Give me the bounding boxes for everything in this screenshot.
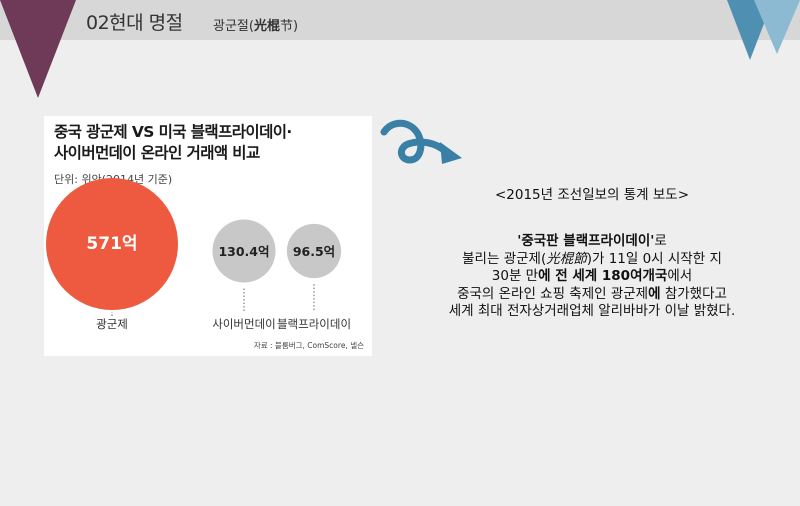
report-line4-post: 참가했다고: [660, 285, 727, 302]
section-subtitle: 광군절(光棍节): [213, 15, 298, 34]
bubble-category-label-1: 사이버먼데이: [212, 317, 275, 331]
bubble-value-label-1: 130.4억: [218, 244, 269, 259]
report-line-4: 중국의 온라인 쇼핑 축제인 광군제에 참가했다고: [392, 286, 792, 304]
report-body: '중국판 블랙프라이데이'로 불리는 광군제(光棍節)가 11일 0시 시작한 …: [392, 233, 792, 321]
bubble-category-label-0: 광군제: [96, 317, 128, 331]
bubble-category-label-2: 블랙프라이데이: [277, 317, 351, 331]
subtitle-hanja-tail: 节: [279, 19, 293, 34]
report-line3-post: 에서: [667, 268, 693, 284]
subtitle-korean: 광군절: [213, 19, 249, 34]
report-line2-hanja: 光棍節: [546, 250, 587, 267]
blue-triangle-decoration-light: [754, 0, 800, 54]
report-line4-pre: 중국의 온라인 쇼핑 축제인 광군제: [457, 285, 649, 302]
report-line1-bold: '중국판 블랙프라이데이': [517, 233, 655, 249]
report-line2-post: )가 11일 0시 시작한 지: [586, 250, 722, 267]
report-heading: <2015년 조선일보의 통계 보도>: [494, 187, 690, 203]
report-line1-rest: 로: [654, 233, 667, 249]
chart-source: 자료 : 블룸버그, ComScore, 넬슨: [253, 341, 364, 350]
report-line3-pre: 30분 만: [491, 268, 539, 284]
section-title: 02현대 명절: [86, 12, 183, 34]
report-block: <2015년 조선일보의 통계 보도> '중국판 블랙프라이데이'로 불리는 광…: [392, 186, 792, 321]
curved-arrow-icon: [380, 119, 462, 164]
left-triangle-decoration: [0, 0, 76, 98]
subtitle-hanja: 光棍: [253, 19, 280, 34]
bubble-value-label-0: 571억: [86, 234, 137, 254]
report-line-2: 불리는 광군제(光棍節)가 11일 0시 시작한 지: [392, 251, 792, 269]
bubble-value-label-2: 96.5억: [293, 244, 335, 259]
subtitle-paren-close: ): [293, 19, 299, 34]
report-line-3: 30분 만에 전 세계 180여개국에서: [392, 268, 792, 286]
report-line3-bold: 에 전 세계 180여개국: [538, 268, 668, 284]
report-line-5: 세계 최대 전자상거래업체 알리바바가 이날 밝혔다.: [448, 303, 736, 319]
report-line4-bold: 에: [648, 285, 661, 302]
bubble-chart: 571억광군제 130.4억사이버먼데이 96.5억블랙프라이데이: [46, 178, 351, 331]
chart-panel: 중국 광군제 VS 미국 블랙프라이데이· 사이버먼데이 온라인 거래액 비교 …: [44, 116, 372, 356]
report-line2-pre: 불리는 광군제(: [462, 250, 547, 267]
report-line-1: '중국판 블랙프라이데이'로: [392, 233, 792, 251]
